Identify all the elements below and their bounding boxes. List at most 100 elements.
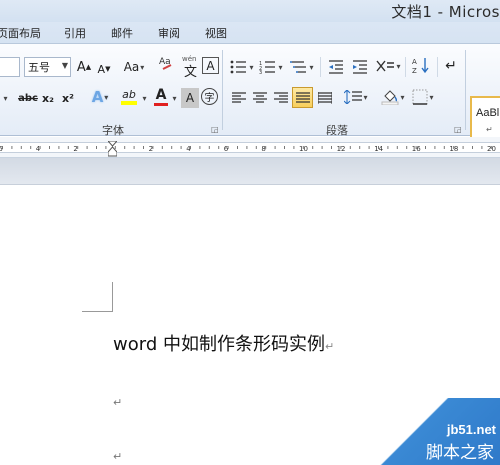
align-center-icon bbox=[253, 92, 267, 103]
chevron-down-icon: ▼ bbox=[61, 61, 68, 70]
ruler-tick bbox=[49, 146, 50, 149]
change-case-label: Aa bbox=[123, 60, 140, 74]
align-right-button[interactable] bbox=[272, 88, 290, 108]
numbering-button[interactable]: 1 2 3 ▾ bbox=[259, 57, 283, 77]
align-right-icon bbox=[274, 92, 288, 103]
ruler-tick bbox=[58, 146, 60, 149]
tab-mailings[interactable]: 邮件 bbox=[111, 25, 133, 41]
ruler-number: 10 bbox=[299, 145, 308, 153]
font-dialog-launcher-icon[interactable]: ◲ bbox=[211, 125, 219, 134]
phonetic-glyph: 文 bbox=[184, 65, 198, 80]
superscript-button[interactable]: x² bbox=[60, 88, 76, 108]
decrease-indent-icon bbox=[329, 60, 343, 74]
justify-button[interactable] bbox=[292, 87, 313, 108]
tab-view[interactable]: 视图 bbox=[205, 25, 227, 41]
pilcrow-icon: ↵ bbox=[445, 58, 457, 74]
tab-references[interactable]: 引用 bbox=[64, 25, 86, 41]
character-border-button[interactable]: A bbox=[202, 57, 219, 74]
clear-format-button[interactable]: Aa bbox=[157, 54, 177, 74]
ruler-number: 6 bbox=[224, 145, 229, 153]
highlight-dropdown[interactable]: ▾ bbox=[140, 88, 148, 108]
sort-icon: AZ bbox=[412, 58, 429, 74]
indent-marker-icon[interactable] bbox=[106, 140, 119, 157]
borders-button[interactable]: ▾ bbox=[410, 87, 436, 107]
text-effects-label: A bbox=[91, 88, 104, 106]
paragraph-group-label: 段落 bbox=[326, 124, 348, 137]
ruler-tick bbox=[171, 146, 173, 149]
underline-dropdown[interactable]: ▾ bbox=[0, 88, 12, 108]
clear-format-icon: Aa bbox=[159, 57, 172, 70]
enclose-characters-button[interactable]: 字 bbox=[201, 88, 218, 105]
ruler-tick bbox=[481, 146, 483, 149]
style-preview-label: AaBl bbox=[476, 107, 500, 119]
tab-review[interactable]: 审阅 bbox=[158, 25, 180, 41]
sort-button[interactable]: AZ bbox=[410, 55, 432, 75]
font-color-dropdown[interactable]: ▾ bbox=[170, 88, 178, 108]
text-effects-button[interactable]: A ▾ bbox=[88, 87, 112, 107]
ruler-tick bbox=[462, 146, 464, 149]
subscript-button[interactable]: x₂ bbox=[40, 88, 56, 108]
font-name-combo[interactable] bbox=[0, 57, 20, 77]
highlight-button[interactable]: ab bbox=[116, 86, 142, 106]
ruler-tick bbox=[255, 146, 257, 149]
grow-font-label: A bbox=[76, 59, 86, 75]
chinese-layout-button[interactable]: ▾ bbox=[374, 56, 402, 76]
ruler-tick bbox=[124, 146, 126, 149]
toolbar-divider bbox=[405, 57, 406, 77]
empty-paragraph-mark: ↵ bbox=[113, 450, 123, 463]
ribbon-tabs: 页面布局 引用 邮件 审阅 视图 bbox=[0, 22, 500, 43]
ruler-tick bbox=[387, 146, 389, 149]
decrease-indent-button[interactable] bbox=[326, 57, 346, 77]
superscript-label: x² bbox=[62, 91, 74, 105]
document-text-line[interactable]: word 中如制作条形码实例↵ bbox=[113, 330, 334, 356]
character-shading-label: A bbox=[185, 91, 195, 105]
phonetic-guide-button[interactable]: wén 文 bbox=[180, 54, 200, 80]
ruler-tick bbox=[443, 146, 445, 149]
empty-paragraph-mark: ↵ bbox=[113, 396, 123, 409]
ruler-number: 4 bbox=[186, 145, 191, 153]
distributed-button[interactable] bbox=[316, 88, 334, 108]
chinese-layout-icon bbox=[376, 60, 395, 72]
ruler-number: 2 bbox=[73, 145, 77, 153]
ruler-tick bbox=[11, 146, 13, 149]
strikethrough-button[interactable]: abc bbox=[17, 88, 39, 108]
grow-font-button[interactable]: A ▲ bbox=[75, 57, 93, 77]
tab-page-layout[interactable]: 页面布局 bbox=[0, 25, 41, 41]
multilevel-list-button[interactable]: ▾ bbox=[290, 57, 314, 77]
font-color-button[interactable]: A bbox=[150, 86, 172, 106]
highlight-color-swatch bbox=[121, 100, 137, 105]
horizontal-ruler[interactable]: 864224681012141618202224 bbox=[0, 137, 500, 158]
ruler-tick bbox=[208, 146, 210, 149]
align-center-button[interactable] bbox=[251, 88, 269, 108]
bullets-button[interactable]: ▾ bbox=[230, 57, 254, 77]
svg-text:Z: Z bbox=[412, 67, 417, 74]
ruler-number: 4 bbox=[36, 145, 41, 153]
ruler-number: 12 bbox=[337, 145, 346, 153]
line-spacing-button[interactable]: ▾ bbox=[343, 87, 369, 107]
group-divider bbox=[222, 50, 223, 130]
font-size-combo[interactable]: 五号 ▼ bbox=[24, 57, 71, 77]
watermark-url: jb51.net bbox=[446, 422, 496, 437]
multilevel-list-icon bbox=[290, 61, 307, 73]
shrink-font-button[interactable]: A ▼ bbox=[96, 59, 112, 79]
increase-indent-button[interactable] bbox=[350, 57, 370, 77]
character-shading-button[interactable]: A bbox=[181, 88, 199, 108]
ruler-gap bbox=[0, 158, 500, 185]
change-case-button[interactable]: Aa ▾ bbox=[122, 57, 146, 77]
margin-corner-mark bbox=[112, 282, 113, 312]
ruler-tick bbox=[199, 146, 201, 149]
highlight-label: ab bbox=[122, 87, 136, 101]
ruler-tick bbox=[180, 146, 182, 149]
ruler-tick bbox=[312, 146, 314, 149]
ruler-tick bbox=[434, 146, 436, 149]
show-formatting-button[interactable]: ↵ bbox=[442, 56, 460, 76]
shading-button[interactable]: ▾ bbox=[380, 87, 406, 107]
watermark-site: 脚本之家 bbox=[426, 443, 494, 463]
paragraph-dialog-launcher-icon[interactable]: ◲ bbox=[454, 125, 462, 134]
style-paragraph-mark: ↵ bbox=[486, 125, 493, 134]
ruler-number: 18 bbox=[449, 145, 458, 153]
align-left-button[interactable] bbox=[230, 88, 248, 108]
strikethrough-label: abc bbox=[18, 92, 38, 104]
style-normal-preview[interactable]: AaBl ↵ bbox=[470, 96, 500, 142]
ruler-number: 20 bbox=[487, 145, 496, 153]
